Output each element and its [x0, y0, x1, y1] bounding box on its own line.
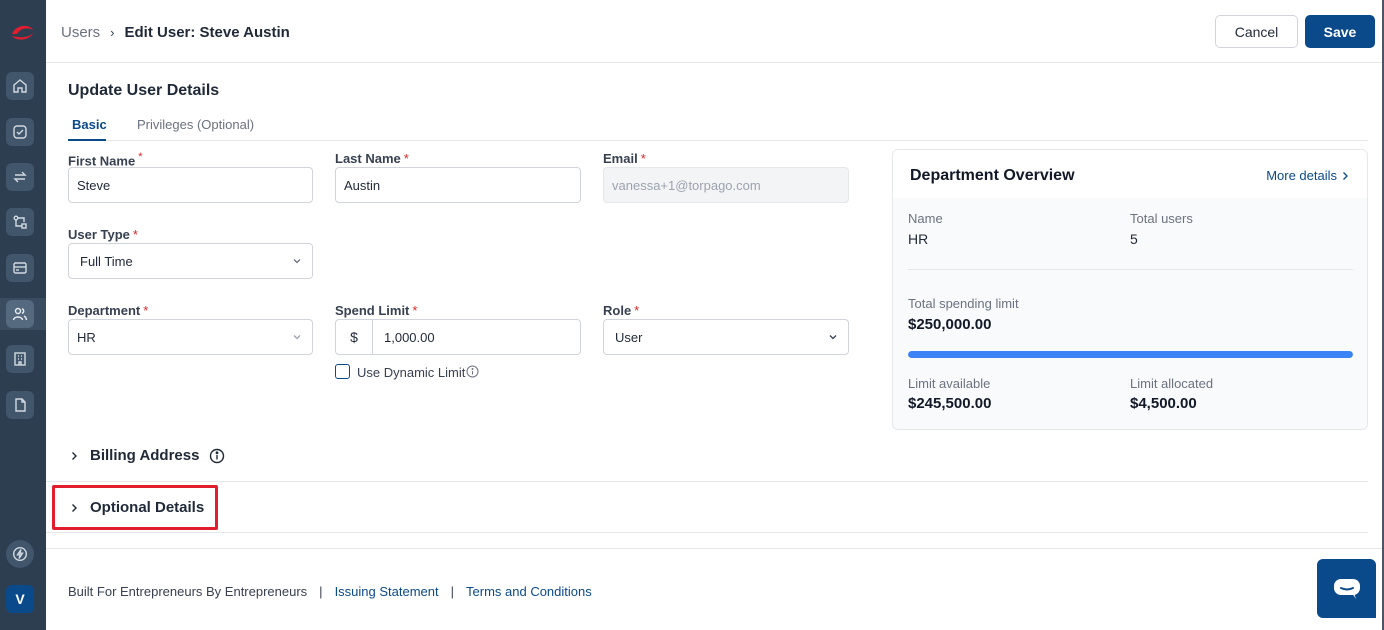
- footer-separator: |: [450, 584, 455, 599]
- last-name-label: Last Name *: [335, 151, 409, 166]
- document-icon[interactable]: [6, 391, 34, 419]
- required-mark: *: [634, 303, 640, 318]
- total-spending-label: Total spending limit: [908, 296, 1019, 311]
- transfer-icon[interactable]: [6, 163, 34, 191]
- user-type-select[interactable]: Full Time: [68, 243, 313, 279]
- department-select[interactable]: HR: [68, 319, 313, 355]
- email-label-text: Email: [603, 151, 638, 166]
- currency-prefix: $: [336, 320, 373, 354]
- spend-limit-input[interactable]: $ 1,000.00: [335, 319, 581, 355]
- more-details-text: More details: [1266, 168, 1337, 183]
- department-label-text: Department: [68, 303, 141, 318]
- department-overview-title: Department Overview: [910, 167, 1075, 184]
- spend-limit-label: Spend Limit *: [335, 303, 417, 318]
- department-overview-header: Department Overview More details: [893, 150, 1367, 198]
- first-name-label: First Name *: [68, 151, 142, 168]
- user-type-value: Full Time: [80, 253, 133, 269]
- required-mark: *: [138, 151, 143, 163]
- required-mark: *: [640, 151, 646, 166]
- page-title: Edit User: Steve Austin: [124, 24, 290, 41]
- card-icon[interactable]: [6, 254, 34, 282]
- dynamic-limit-checkbox[interactable]: [335, 364, 350, 379]
- spending-progress-fill: [908, 351, 1353, 358]
- role-label-text: Role: [603, 303, 632, 318]
- total-users-value: 5: [1130, 231, 1138, 247]
- footer-tagline: Built For Entrepreneurs By Entrepreneurs: [68, 584, 308, 599]
- required-mark: *: [403, 151, 409, 166]
- dept-name-value: HR: [908, 231, 929, 247]
- required-mark: *: [143, 303, 149, 318]
- chat-button[interactable]: [1317, 559, 1376, 618]
- breadcrumb: Users › Edit User: Steve Austin: [61, 24, 290, 41]
- footer: Built For Entrepreneurs By Entrepreneurs…: [68, 584, 592, 599]
- bolt-icon[interactable]: [6, 540, 34, 568]
- footer-divider: [46, 548, 1384, 549]
- user-type-label: User Type *: [68, 227, 138, 242]
- limit-allocated-value: $4,500.00: [1130, 395, 1197, 412]
- chevron-right-icon: ›: [110, 25, 115, 40]
- tab-active-underline: [68, 139, 106, 141]
- role-select[interactable]: User: [603, 319, 849, 355]
- chevron-down-icon: [829, 335, 837, 340]
- email-label: Email *: [603, 151, 646, 166]
- chevron-down-icon: [293, 335, 301, 340]
- role-value: User: [615, 329, 643, 345]
- billing-address-title: Billing Address: [90, 447, 200, 464]
- more-details-link[interactable]: More details: [1266, 168, 1349, 183]
- user-type-label-text: User Type: [68, 227, 130, 242]
- email-field[interactable]: vanessa+1@torpago.com: [603, 167, 849, 203]
- sidebar: V: [0, 0, 46, 630]
- breadcrumb-users-link[interactable]: Users: [61, 24, 100, 41]
- issuing-statement-link[interactable]: Issuing Statement: [335, 584, 439, 599]
- footer-separator: |: [319, 584, 323, 599]
- last-name-label-text: Last Name: [335, 151, 401, 166]
- total-spending-value: $250,000.00: [908, 316, 992, 333]
- home-icon[interactable]: [6, 72, 34, 100]
- chat-bubble-icon: [1333, 578, 1360, 599]
- chevron-right-icon: [1343, 171, 1348, 180]
- highlight-annotation: [52, 485, 218, 530]
- chevron-down-icon: [293, 259, 301, 264]
- spend-limit-value: 1,000.00: [384, 329, 435, 345]
- users-icon[interactable]: [6, 300, 34, 328]
- first-name-input[interactable]: Steve: [68, 167, 313, 203]
- tab-privileges[interactable]: Privileges (Optional): [137, 117, 254, 132]
- dept-name-label: Name: [908, 211, 943, 226]
- spend-limit-label-text: Spend Limit: [335, 303, 410, 318]
- save-button[interactable]: Save: [1305, 15, 1375, 48]
- required-mark: *: [412, 303, 418, 318]
- limit-available-value: $245,500.00: [908, 395, 992, 412]
- building-icon[interactable]: [6, 345, 34, 373]
- role-label: Role *: [603, 303, 639, 318]
- department-overview-card: Department Overview More details Name HR…: [892, 149, 1368, 430]
- chevron-right-icon: [72, 451, 77, 460]
- dynamic-limit-label[interactable]: Use Dynamic Limit: [357, 365, 465, 380]
- workflow-icon[interactable]: [6, 208, 34, 236]
- tab-basic[interactable]: Basic: [72, 117, 107, 132]
- info-icon[interactable]: [466, 365, 479, 378]
- brand-logo-icon[interactable]: [8, 22, 36, 42]
- limit-available-label: Limit available: [908, 376, 991, 391]
- billing-address-toggle[interactable]: Billing Address: [68, 447, 225, 464]
- divider: [908, 269, 1353, 270]
- page-header: Users › Edit User: Steve Austin Cancel S…: [46, 0, 1384, 63]
- terms-link[interactable]: Terms and Conditions: [466, 584, 592, 599]
- department-value: HR: [77, 329, 96, 345]
- tab-bar: Basic Privileges (Optional): [68, 115, 1368, 141]
- spending-progress-bar: [908, 351, 1353, 358]
- form-title: Update User Details: [68, 82, 220, 99]
- total-users-label: Total users: [1130, 211, 1193, 226]
- divider: [46, 532, 1368, 533]
- department-label: Department *: [68, 303, 148, 318]
- required-mark: *: [132, 227, 138, 242]
- check-circle-icon[interactable]: [6, 118, 34, 146]
- last-name-input[interactable]: Austin: [335, 167, 581, 203]
- divider: [46, 481, 1368, 482]
- avatar[interactable]: V: [6, 585, 34, 613]
- cancel-button[interactable]: Cancel: [1215, 15, 1298, 48]
- limit-allocated-label: Limit allocated: [1130, 376, 1214, 391]
- info-icon[interactable]: [209, 448, 225, 464]
